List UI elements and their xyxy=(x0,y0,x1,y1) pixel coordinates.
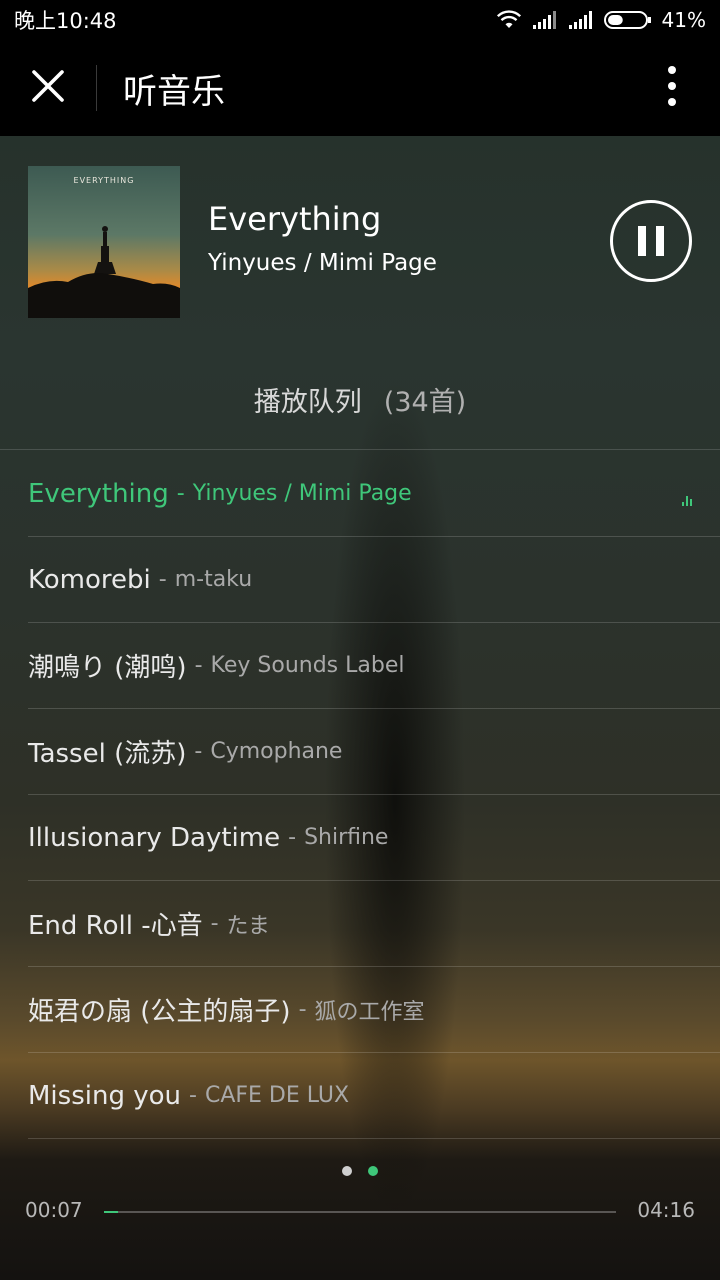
signal-icon xyxy=(532,10,558,30)
total-time: 04:16 xyxy=(637,1198,695,1222)
progress-row: 00:07 04:16 xyxy=(0,1196,720,1226)
queue-item-artist: CAFE DE LUX xyxy=(204,1083,350,1108)
queue-item[interactable]: Komorebi - m-taku xyxy=(28,537,720,623)
queue-item-artist: Cymophane xyxy=(210,739,343,764)
close-button[interactable] xyxy=(0,40,96,136)
queue-count: (34首) xyxy=(383,387,467,418)
queue-item-song: Tassel (流苏) xyxy=(28,739,187,769)
queue-item-artist: たま xyxy=(226,913,270,939)
now-playing-artist: Yinyues / Mimi Page xyxy=(208,250,437,276)
queue-item-separator: - xyxy=(158,567,167,592)
queue-item[interactable]: Everything - Yinyues / Mimi Page xyxy=(28,451,720,537)
page-indicator xyxy=(0,1166,720,1176)
album-cover-art xyxy=(28,226,180,318)
album-cover: EVERYTHING xyxy=(28,166,180,318)
queue-item-song: Missing you xyxy=(28,1080,181,1111)
queue-item-artist: Shirfine xyxy=(304,825,389,850)
queue-item-separator: - xyxy=(194,653,203,678)
queue-item[interactable]: End Roll -心音 - たま xyxy=(28,881,720,967)
now-playing-bars-icon xyxy=(682,496,694,506)
queue-item[interactable]: Tassel (流苏) - Cymophane xyxy=(28,709,720,795)
queue-item-song: Komorebi xyxy=(28,564,151,595)
close-icon xyxy=(31,69,65,107)
signal-icon xyxy=(568,10,594,30)
queue-label: 播放队列 xyxy=(253,387,362,418)
pause-button[interactable] xyxy=(610,200,692,282)
now-playing-panel: EVERYTHING Everything Yinyues / Mimi Pag… xyxy=(0,136,720,346)
queue-item-song: 潮鳴り (潮鸣) xyxy=(28,653,187,683)
queue-item[interactable]: Illusionary Daytime - Shirfine xyxy=(28,795,720,881)
queue-item-song: Everything xyxy=(28,478,169,509)
header-divider xyxy=(96,65,97,111)
battery-icon xyxy=(603,10,652,30)
progress-fill xyxy=(104,1211,118,1213)
app-bar: 听音乐 xyxy=(0,40,720,136)
more-vertical-icon xyxy=(667,66,677,110)
queue-item-separator: - xyxy=(176,481,185,506)
more-options-button[interactable] xyxy=(624,40,720,136)
queue-header: 播放队列 (34首) xyxy=(0,350,720,450)
queue-item-song: End Roll -心音 xyxy=(28,911,203,941)
queue-item-separator: - xyxy=(194,739,203,764)
queue-item-song: 姫君の扇 (公主的扇子) xyxy=(28,997,291,1027)
queue-item[interactable]: 潮鳴り (潮鸣) - Key Sounds Label xyxy=(28,623,720,709)
page-dot[interactable] xyxy=(368,1166,378,1176)
status-icons: 41% xyxy=(496,8,706,32)
elapsed-time: 00:07 xyxy=(25,1198,83,1222)
queue-item-artist: 狐の工作室 xyxy=(314,999,425,1025)
queue-item-separator: - xyxy=(210,911,219,936)
page-title: 听音乐 xyxy=(123,71,225,112)
battery-percent: 41% xyxy=(661,8,706,32)
queue-item[interactable]: 姫君の扇 (公主的扇子) - 狐の工作室 xyxy=(28,967,720,1053)
status-time: 晚上10:48 xyxy=(14,9,117,33)
wifi-icon xyxy=(496,10,522,30)
page-dot[interactable] xyxy=(342,1166,352,1176)
queue-item[interactable]: Missing you - CAFE DE LUX xyxy=(28,1053,720,1139)
queue-item-song: Illusionary Daytime xyxy=(28,822,281,853)
queue-item-artist: m-taku xyxy=(174,567,253,592)
queue-item-separator: - xyxy=(189,1083,197,1108)
queue-list: Everything - Yinyues / Mimi Page Komorebi - m… xyxy=(28,451,720,1139)
pause-icon xyxy=(633,226,669,256)
queue-item-artist: Yinyues / Mimi Page xyxy=(192,481,412,506)
progress-bar[interactable] xyxy=(104,1211,616,1213)
status-bar: 晚上10:48 41% xyxy=(0,0,720,40)
queue-item-separator: - xyxy=(288,825,297,850)
queue-item-separator: - xyxy=(298,997,307,1022)
now-playing-title: Everything xyxy=(208,200,382,238)
queue-item-artist: Key Sounds Label xyxy=(210,653,405,678)
